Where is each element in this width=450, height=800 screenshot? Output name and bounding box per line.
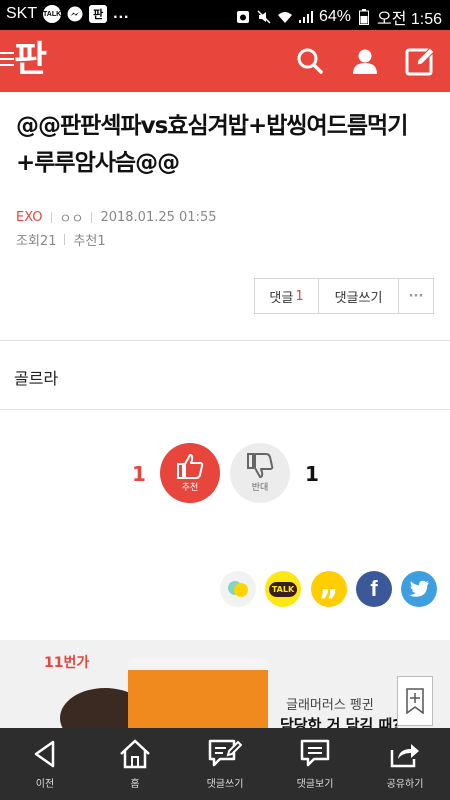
nav-write-comment-button[interactable]: 댓글쓰기 xyxy=(180,728,270,800)
search-button[interactable] xyxy=(292,43,328,79)
screenshot-icon xyxy=(235,9,251,25)
menu-icon[interactable] xyxy=(0,52,14,70)
ad-product-image xyxy=(128,658,268,728)
my-page-button[interactable] xyxy=(347,43,383,79)
share-icon xyxy=(390,744,419,768)
post-datetime: 2018.01.25 01:55 xyxy=(100,210,217,225)
meta-divider xyxy=(50,212,52,223)
signal-icon xyxy=(298,9,314,25)
share-line-button[interactable] xyxy=(220,571,256,607)
more-options-button[interactable]: ··· xyxy=(399,279,433,313)
oppose-button[interactable]: 반대 xyxy=(230,443,290,503)
search-icon xyxy=(297,48,323,74)
wifi-icon xyxy=(277,9,293,25)
bottom-navigation: 이전 홈 댓글쓰기 댓글보기 공유하기 xyxy=(0,728,450,800)
clock: 오전 1:56 xyxy=(376,11,442,28)
bookmark-button[interactable] xyxy=(397,676,433,726)
facebook-icon: f xyxy=(370,576,378,601)
meta-divider xyxy=(91,212,93,223)
home-icon xyxy=(120,739,150,769)
nav-home-button[interactable]: 홈 xyxy=(90,728,180,800)
recommend-button[interactable]: 추천 xyxy=(160,443,220,503)
recommend-count: 추천1 xyxy=(73,234,106,249)
ad-brand-logo: 11번가 xyxy=(44,655,90,671)
bookmark-add-icon xyxy=(406,688,424,714)
post-title: @@판판섹파vs효심겨밥+밥씽여드름먹기+루루암사슴@@ xyxy=(16,113,408,176)
comments-label: 댓글 xyxy=(269,290,294,306)
content-divider-top xyxy=(0,340,450,341)
ad-text-line2: 담당한 거 담김 때? xyxy=(280,716,401,728)
oppose-vote-count: 1 xyxy=(305,462,319,486)
thumbs-up-icon xyxy=(177,454,204,479)
recommend-label: 추천 xyxy=(181,483,199,493)
comments-count: 1 xyxy=(295,288,304,304)
post-meta-stats: 조회21 추천1 xyxy=(16,230,106,249)
write-comment-button[interactable]: 댓글쓰기 xyxy=(319,279,399,313)
comments-button[interactable]: 댓글 1 xyxy=(255,279,319,313)
advertisement-banner[interactable]: 11번가 글래머러스 펭귄 담당한 거 담김 때? xyxy=(0,640,450,728)
app-header: 판 xyxy=(0,30,450,92)
nav-back-button[interactable]: 이전 xyxy=(0,728,90,800)
recommend-vote-count: 1 xyxy=(132,462,146,486)
view-count: 조회21 xyxy=(16,234,57,249)
ad-text-line1: 글래머러스 펭귄 xyxy=(286,698,374,713)
share-twitter-button[interactable] xyxy=(401,571,437,607)
nav-home-label: 홈 xyxy=(130,779,140,790)
write-comment-icon xyxy=(208,739,242,767)
content-divider-bottom xyxy=(0,409,450,410)
more-notifications-indicator: ... xyxy=(113,5,130,22)
view-comments-icon xyxy=(300,739,330,767)
pann-notification-icon: 판 xyxy=(89,5,108,23)
carrier-label: SKT xyxy=(6,5,38,22)
mute-icon xyxy=(256,9,272,25)
status-bar: SKT TALK 판 ... 64% 오전 1:56 xyxy=(0,0,450,30)
kakaotalk-notification-icon: TALK xyxy=(43,5,61,23)
nav-write-comment-label: 댓글쓰기 xyxy=(206,779,244,790)
battery-percent: 64% xyxy=(318,8,351,25)
post-meta-primary: EXO ㅇㅇ 2018.01.25 01:55 xyxy=(16,208,216,227)
speech-bubbles-icon xyxy=(228,581,248,597)
oppose-label: 반대 xyxy=(251,483,269,493)
kakaostory-icon: „ xyxy=(319,568,339,603)
meta-divider xyxy=(64,234,66,245)
share-facebook-button[interactable]: f xyxy=(356,571,392,607)
nav-share-label: 공유하기 xyxy=(386,779,424,790)
edit-icon xyxy=(405,47,435,76)
user-icon xyxy=(353,49,377,74)
post-author: ㅇㅇ xyxy=(59,212,84,227)
post-action-group: 댓글 1 댓글쓰기 ··· xyxy=(254,278,434,314)
messenger-notification-icon xyxy=(67,6,83,22)
nav-view-comments-button[interactable]: 댓글보기 xyxy=(270,728,360,800)
nav-back-label: 이전 xyxy=(35,779,55,790)
battery-icon xyxy=(356,9,372,25)
nav-share-button[interactable]: 공유하기 xyxy=(360,728,450,800)
thumbs-down-icon xyxy=(247,453,274,478)
nav-view-comments-label: 댓글보기 xyxy=(296,779,334,790)
kakaotalk-icon: TALK xyxy=(268,581,298,597)
write-post-button[interactable] xyxy=(402,43,438,79)
pann-logo[interactable]: 판 xyxy=(14,38,47,82)
twitter-bird-icon xyxy=(409,580,429,597)
back-icon xyxy=(34,740,55,768)
share-kakaostory-button[interactable]: „ xyxy=(311,571,347,607)
post-body: 골르라 xyxy=(14,369,59,388)
share-kakaotalk-button[interactable]: TALK xyxy=(265,571,301,607)
post-category[interactable]: EXO xyxy=(16,210,43,225)
